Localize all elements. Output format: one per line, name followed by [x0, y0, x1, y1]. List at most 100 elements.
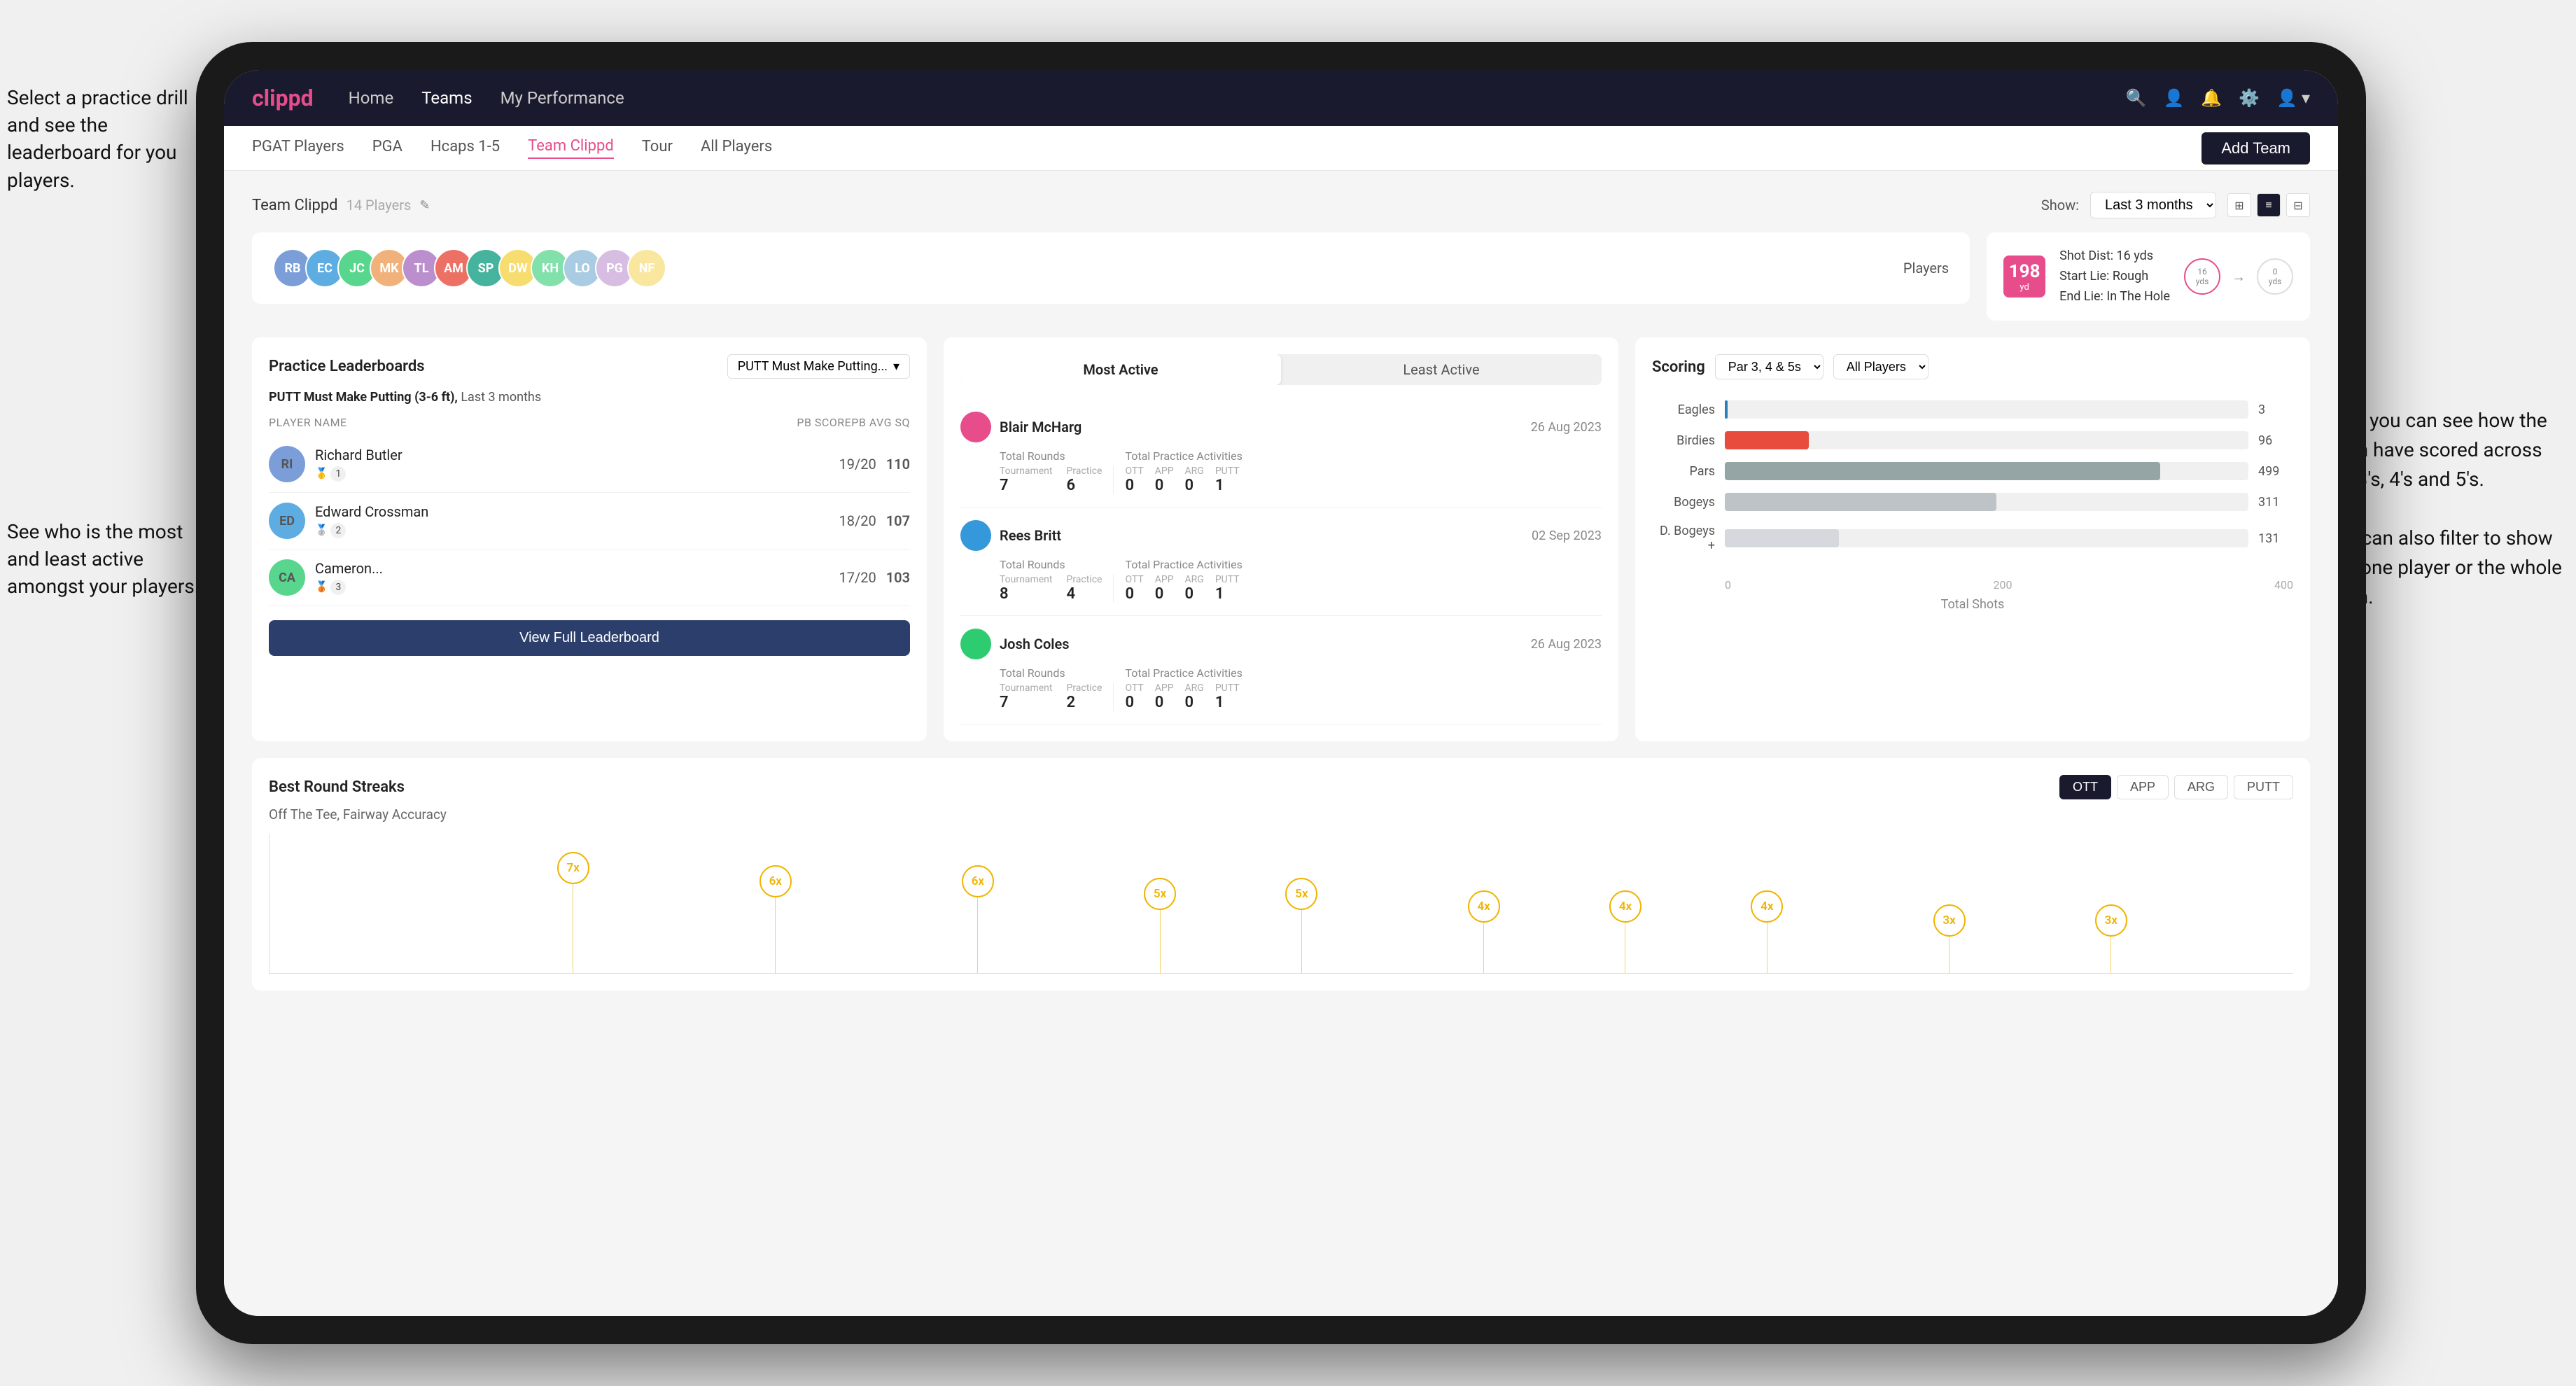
- streak-stem: [1483, 923, 1484, 973]
- bar-fill: [1725, 431, 1809, 449]
- lb-avg: 107: [886, 512, 910, 529]
- streak-stem: [1301, 910, 1302, 973]
- tab-most-active[interactable]: Most Active: [960, 354, 1281, 385]
- leaderboard-title: Practice Leaderboards: [269, 358, 425, 375]
- tablet-frame: clippd Home Teams My Performance 🔍 👤 🔔 ⚙…: [196, 42, 2366, 1344]
- team-title: Team Clippd 14 Players ✎: [252, 197, 430, 214]
- view-icons: ⊞ ≡ ⊟: [2227, 193, 2310, 217]
- activity-player-name: Josh Coles: [1000, 636, 1522, 652]
- user-menu-icon[interactable]: 👤 ▾: [2276, 88, 2310, 108]
- bar-value: 131: [2258, 531, 2293, 546]
- yds-circle-2: 0 yds: [2257, 258, 2293, 295]
- activity-player-date: 26 Aug 2023: [1531, 637, 1602, 652]
- lb-avg: 110: [886, 456, 910, 472]
- settings-icon[interactable]: ⚙️: [2239, 88, 2260, 108]
- activity-card: Most Active Least Active Blair McHarg 26…: [944, 337, 1618, 741]
- bar-track: [1725, 529, 2248, 547]
- bar-track: [1725, 462, 2248, 480]
- streak-stem: [775, 897, 776, 973]
- list-view-icon[interactable]: ≡: [2257, 193, 2281, 217]
- filter-ott[interactable]: OTT: [2059, 775, 2111, 799]
- subnav-pga[interactable]: PGA: [372, 138, 402, 158]
- leaderboard-row: ED Edward Crossman 🥈 2 18/20 107: [269, 493, 910, 550]
- main-content: Team Clippd 14 Players ✎ Show: Last 3 mo…: [224, 171, 2338, 1316]
- streak-point: 3x: [2095, 904, 2127, 974]
- leaderboard-header: Practice Leaderboards PUTT Must Make Put…: [269, 354, 910, 379]
- bar-track: [1725, 431, 2248, 449]
- activity-player-name: Blair McHarg: [1000, 419, 1522, 435]
- streak-stem: [1160, 910, 1161, 973]
- annotation-bottom-left: See who is the most and least active amo…: [7, 518, 203, 601]
- streak-bubble: 5x: [1285, 878, 1317, 910]
- tab-least-active[interactable]: Least Active: [1281, 354, 1602, 385]
- streak-bubble: 5x: [1144, 878, 1176, 910]
- profile-icon[interactable]: 👤: [2163, 88, 2184, 108]
- subnav-tour[interactable]: Tour: [642, 138, 673, 158]
- practice-leaderboards-card: Practice Leaderboards PUTT Must Make Put…: [252, 337, 927, 741]
- top-nav: clippd Home Teams My Performance 🔍 👤 🔔 ⚙…: [224, 70, 2338, 126]
- bar-fill: [1725, 493, 1996, 511]
- nav-teams[interactable]: Teams: [421, 88, 472, 108]
- subnav-hcaps[interactable]: Hcaps 1-5: [430, 138, 500, 158]
- activity-player-row: Blair McHarg 26 Aug 2023 Total Rounds To…: [960, 399, 1602, 507]
- search-icon[interactable]: 🔍: [2126, 88, 2147, 108]
- filter-app[interactable]: APP: [2117, 775, 2169, 799]
- activity-player-header: Blair McHarg 26 Aug 2023: [960, 412, 1602, 442]
- shot-details: Shot Dist: 16 yds Start Lie: Rough End L…: [2059, 246, 2170, 307]
- nav-my-performance[interactable]: My Performance: [500, 88, 624, 108]
- activity-player-header: Rees Britt 02 Sep 2023: [960, 520, 1602, 551]
- shot-info-card: 198 yd Shot Dist: 16 yds Start Lie: Roug…: [1987, 232, 2310, 321]
- x-axis-labels: 0 200 400: [1652, 578, 2293, 592]
- bar-label: Eagles: [1652, 402, 1715, 417]
- player-avatar[interactable]: NF: [627, 248, 666, 288]
- scoring-header: Scoring Par 3, 4 & 5s All Players: [1652, 354, 2293, 379]
- scoring-par-filter[interactable]: Par 3, 4 & 5s: [1715, 354, 1823, 379]
- bar-fill: [1725, 400, 1728, 419]
- filter-putt[interactable]: PUTT: [2234, 775, 2293, 799]
- activity-toggle-tabs: Most Active Least Active: [960, 354, 1602, 385]
- activity-player-row: Rees Britt 02 Sep 2023 Total Rounds Tour…: [960, 507, 1602, 616]
- streak-bubble: 4x: [1468, 890, 1500, 923]
- bar-value: 499: [2258, 464, 2293, 479]
- players-row: RBECJCMKTLAMSPDWKHLOPGNF Players: [252, 232, 1970, 304]
- add-team-button[interactable]: Add Team: [2202, 132, 2310, 164]
- filter-arg[interactable]: ARG: [2174, 775, 2228, 799]
- drill-select[interactable]: PUTT Must Make Putting... ▾: [727, 354, 910, 379]
- bar-label: D. Bogeys +: [1652, 524, 1715, 553]
- nav-home[interactable]: Home: [349, 88, 394, 108]
- bar-track: [1725, 493, 2248, 511]
- players-label: Players: [1903, 260, 1949, 276]
- edit-icon[interactable]: ✎: [419, 198, 430, 213]
- detail-view-icon[interactable]: ⊟: [2286, 193, 2310, 217]
- shot-distance-badge: 198 yd: [2003, 255, 2045, 298]
- team-header: Team Clippd 14 Players ✎ Show: Last 3 mo…: [252, 192, 2310, 218]
- streak-point: 5x: [1285, 878, 1317, 973]
- streak-bubble: 4x: [1609, 890, 1642, 923]
- streaks-section: Best Round Streaks OTT APP ARG PUTT Off …: [252, 758, 2310, 990]
- bar-value: 3: [2258, 402, 2293, 417]
- scoring-player-filter[interactable]: All Players: [1833, 354, 1928, 379]
- view-full-leaderboard-button[interactable]: View Full Leaderboard: [269, 620, 910, 656]
- subnav-team-clippd[interactable]: Team Clippd: [528, 137, 614, 159]
- bar-label: Pars: [1652, 464, 1715, 479]
- streak-point: 6x: [962, 865, 994, 973]
- subnav-pgat[interactable]: PGAT Players: [252, 138, 344, 158]
- grid-view-icon[interactable]: ⊞: [2227, 193, 2251, 217]
- sub-nav: PGAT Players PGA Hcaps 1-5 Team Clippd T…: [224, 126, 2338, 171]
- show-period-select[interactable]: Last 3 months Last month Last 6 months: [2090, 192, 2216, 218]
- lb-player-name: Richard Butler 🥇 1: [315, 447, 830, 482]
- bar-label: Bogeys: [1652, 495, 1715, 510]
- streak-point: 6x: [760, 865, 792, 973]
- yds-circle-1: 16 yds: [2184, 258, 2220, 295]
- activity-players-list: Blair McHarg 26 Aug 2023 Total Rounds To…: [960, 399, 1602, 724]
- scoring-bar-row: Eagles 3: [1652, 400, 2293, 419]
- activity-player-row: Josh Coles 26 Aug 2023 Total Rounds Tour…: [960, 616, 1602, 724]
- notification-icon[interactable]: 🔔: [2201, 88, 2222, 108]
- subnav-all-players[interactable]: All Players: [701, 138, 772, 158]
- lb-player-avatar: CA: [269, 559, 305, 596]
- streak-point: 4x: [1751, 890, 1783, 973]
- activity-player-avatar: [960, 520, 991, 551]
- players-and-shot: RBECJCMKTLAMSPDWKHLOPGNF Players 198 yd …: [252, 232, 2310, 321]
- drill-subtitle: PUTT Must Make Putting (3-6 ft), Last 3 …: [269, 390, 910, 405]
- streak-bubble: 7x: [557, 852, 589, 884]
